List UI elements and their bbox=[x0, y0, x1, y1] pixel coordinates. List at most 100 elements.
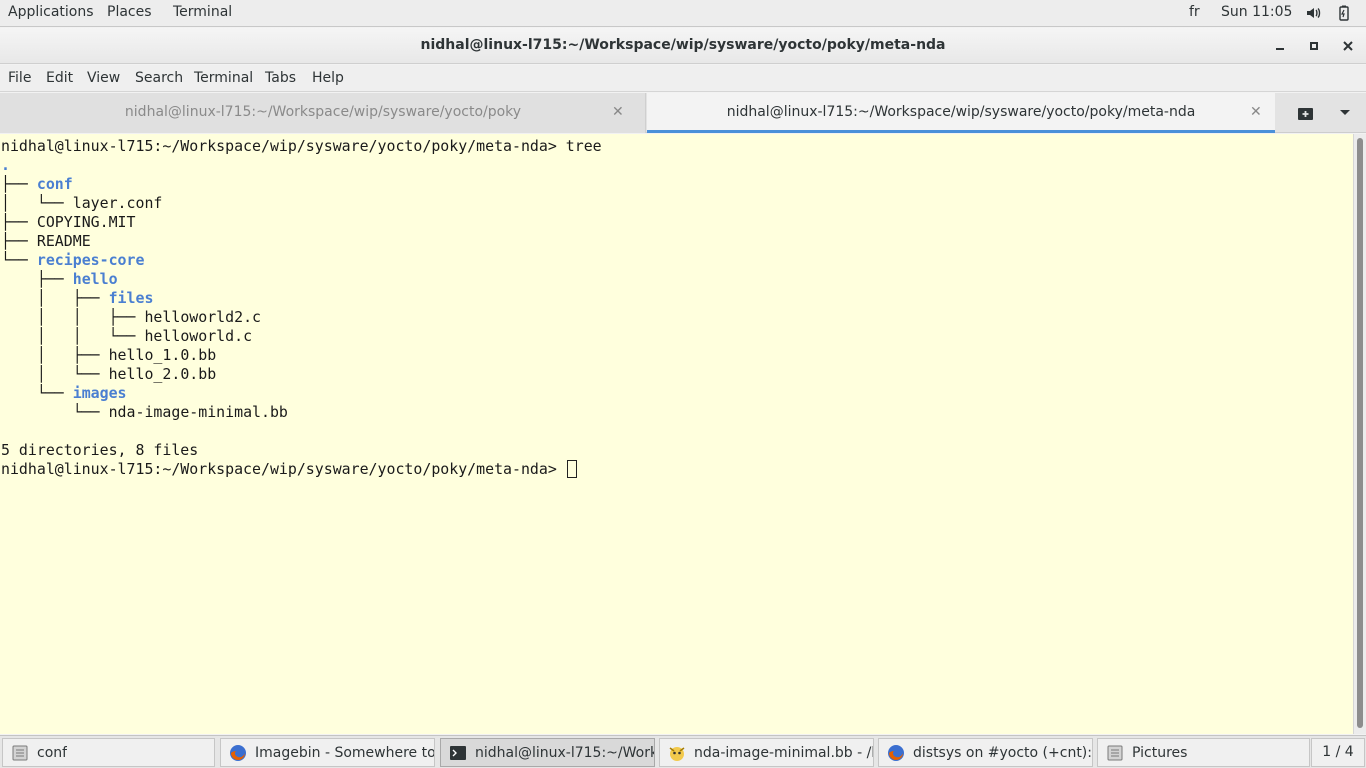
tree-branch: ├── bbox=[1, 232, 37, 250]
text-cursor bbox=[566, 460, 577, 478]
tree-branch: ├── bbox=[1, 213, 37, 231]
tab-meta-nda[interactable]: nidhal@linux-l715:~/Workspace/wip/syswar… bbox=[647, 93, 1275, 133]
directory-name: . bbox=[1, 156, 10, 174]
close-window-button[interactable] bbox=[1338, 36, 1358, 56]
tab-list-chevron-down-icon[interactable] bbox=[1339, 109, 1351, 117]
terminal-line: │ │ ├── helloworld2.c bbox=[1, 308, 602, 327]
terminal-line: ├── README bbox=[1, 232, 602, 251]
clock[interactable]: Sun 11:05 bbox=[1221, 4, 1292, 20]
menu-terminal[interactable]: Terminal bbox=[194, 70, 253, 86]
scrollbar-thumb[interactable] bbox=[1357, 138, 1363, 728]
tree-branch: │ └── bbox=[1, 194, 73, 212]
places-menu[interactable]: Places bbox=[107, 4, 152, 20]
volume-icon[interactable] bbox=[1305, 5, 1321, 21]
firefox-icon bbox=[229, 744, 247, 762]
terminal-line: . bbox=[1, 156, 602, 175]
menu-view[interactable]: View bbox=[87, 70, 120, 86]
terminal-view[interactable]: nidhal@linux-l715:~/Workspace/wip/syswar… bbox=[0, 134, 1353, 734]
text-line: layer.conf bbox=[72, 194, 163, 212]
terminal-line: └── nda-image-minimal.bb bbox=[1, 403, 602, 422]
text-line: COPYING.MIT bbox=[36, 213, 136, 231]
tree-branch: ├── bbox=[1, 270, 73, 288]
tab-bar: nidhal@linux-l715:~/Workspace/wip/syswar… bbox=[0, 93, 1366, 133]
workspace-switcher[interactable]: 1 / 4 bbox=[1311, 738, 1365, 767]
text-line: README bbox=[36, 232, 91, 250]
taskbar-item[interactable]: nda-image-minimal.bb - /ho... bbox=[659, 738, 874, 767]
applications-menu[interactable]: Applications bbox=[8, 4, 94, 20]
terminal-line: ├── COPYING.MIT bbox=[1, 213, 602, 232]
terminal-line: └── images bbox=[1, 384, 602, 403]
terminal-line: │ ├── hello_1.0.bb bbox=[1, 346, 602, 365]
text-line: helloworld2.c bbox=[144, 308, 261, 326]
window-titlebar[interactable]: nidhal@linux-l715:~/Workspace/wip/syswar… bbox=[0, 28, 1366, 64]
terminal-app-menu[interactable]: Terminal bbox=[173, 4, 232, 20]
close-icon bbox=[1343, 41, 1353, 51]
shell-prompt: nidhal@linux-l715:~/Workspace/wip/syswar… bbox=[1, 460, 566, 478]
menu-help[interactable]: Help bbox=[312, 70, 344, 86]
terminal-output: nidhal@linux-l715:~/Workspace/wip/syswar… bbox=[1, 137, 602, 479]
taskbar-item-label: conf bbox=[37, 744, 68, 761]
taskbar-item[interactable]: Imagebin - Somewhere to ... bbox=[220, 738, 435, 767]
taskbar: conf Imagebin - Somewhere to ... nidhal@li… bbox=[0, 735, 1366, 768]
power-icon[interactable] bbox=[1336, 5, 1352, 21]
menu-bar: File Edit View Search Terminal Tabs Help bbox=[0, 65, 1366, 92]
menu-edit[interactable]: Edit bbox=[46, 70, 73, 86]
top-bar: Applications Places Terminal fr Sun 11:0… bbox=[0, 0, 1366, 27]
text-line: helloworld.c bbox=[144, 327, 253, 345]
close-tab-icon[interactable]: ✕ bbox=[612, 104, 624, 120]
terminal-line: ├── conf bbox=[1, 175, 602, 194]
close-tab-icon[interactable]: ✕ bbox=[1250, 104, 1262, 120]
folder-icon bbox=[1106, 744, 1124, 762]
text-line: nidhal@linux-l715:~/Workspace/wip/syswar… bbox=[1, 137, 602, 155]
taskbar-item[interactable]: conf bbox=[2, 738, 215, 767]
firefox-icon bbox=[887, 744, 905, 762]
keyboard-layout-indicator[interactable]: fr bbox=[1189, 4, 1200, 20]
taskbar-item-label: distsys on #yocto (+cnt): ... bbox=[913, 744, 1092, 761]
tab-label: nidhal@linux-l715:~/Workspace/wip/syswar… bbox=[124, 104, 522, 120]
maximize-icon bbox=[1310, 42, 1318, 50]
terminal-line: ├── hello bbox=[1, 270, 602, 289]
tree-branch: │ │ ├── bbox=[1, 308, 145, 326]
folder-icon bbox=[11, 744, 29, 762]
directory-name: recipes-core bbox=[36, 251, 145, 269]
terminal-line: nidhal@linux-l715:~/Workspace/wip/syswar… bbox=[1, 137, 602, 156]
directory-name: conf bbox=[36, 175, 73, 193]
terminal-scrollbar[interactable] bbox=[1353, 134, 1366, 734]
taskbar-item-label: nda-image-minimal.bb - /ho... bbox=[694, 744, 873, 761]
maximize-button[interactable] bbox=[1304, 36, 1324, 56]
directory-name: hello bbox=[72, 270, 118, 288]
minimize-icon bbox=[1276, 48, 1284, 50]
tree-branch: └── bbox=[1, 384, 73, 402]
menu-file[interactable]: File bbox=[8, 70, 31, 86]
tab-label: nidhal@linux-l715:~/Workspace/wip/syswar… bbox=[726, 104, 1196, 120]
terminal-line: │ └── layer.conf bbox=[1, 194, 602, 213]
window-title: nidhal@linux-l715:~/Workspace/wip/syswar… bbox=[420, 37, 946, 53]
tab-poky[interactable]: nidhal@linux-l715:~/Workspace/wip/syswar… bbox=[0, 93, 646, 133]
taskbar-item[interactable]: nidhal@linux-l715:~/Works... bbox=[440, 738, 655, 767]
tree-branch: │ ├── bbox=[1, 289, 109, 307]
terminal-icon bbox=[449, 744, 467, 762]
terminal-line: │ └── hello_2.0.bb bbox=[1, 365, 602, 384]
new-tab-icon[interactable] bbox=[1297, 105, 1315, 121]
tree-branch: ├── bbox=[1, 175, 37, 193]
taskbar-item-label: nidhal@linux-l715:~/Works... bbox=[475, 744, 654, 761]
directory-name: images bbox=[72, 384, 127, 402]
terminal-line: 5 directories, 8 files bbox=[1, 441, 602, 460]
terminal-line: │ │ └── helloworld.c bbox=[1, 327, 602, 346]
terminal-line: └── recipes-core bbox=[1, 251, 602, 270]
taskbar-item[interactable]: Pictures bbox=[1097, 738, 1310, 767]
taskbar-item-label: Imagebin - Somewhere to ... bbox=[255, 744, 434, 761]
menu-tabs[interactable]: Tabs bbox=[265, 70, 296, 86]
tree-branch: └── bbox=[1, 251, 37, 269]
taskbar-item[interactable]: distsys on #yocto (+cnt): ... bbox=[878, 738, 1093, 767]
text-line: hello_2.0.bb bbox=[108, 365, 217, 383]
menu-search[interactable]: Search bbox=[135, 70, 183, 86]
minimize-button[interactable] bbox=[1270, 36, 1290, 56]
text-line: hello_1.0.bb bbox=[108, 346, 217, 364]
text-line: nda-image-minimal.bb bbox=[108, 403, 288, 421]
text-editor-icon bbox=[668, 744, 686, 762]
tree-branch: └── bbox=[1, 403, 109, 421]
tree-branch: │ ├── bbox=[1, 346, 109, 364]
terminal-prompt-line: nidhal@linux-l715:~/Workspace/wip/syswar… bbox=[1, 460, 602, 479]
